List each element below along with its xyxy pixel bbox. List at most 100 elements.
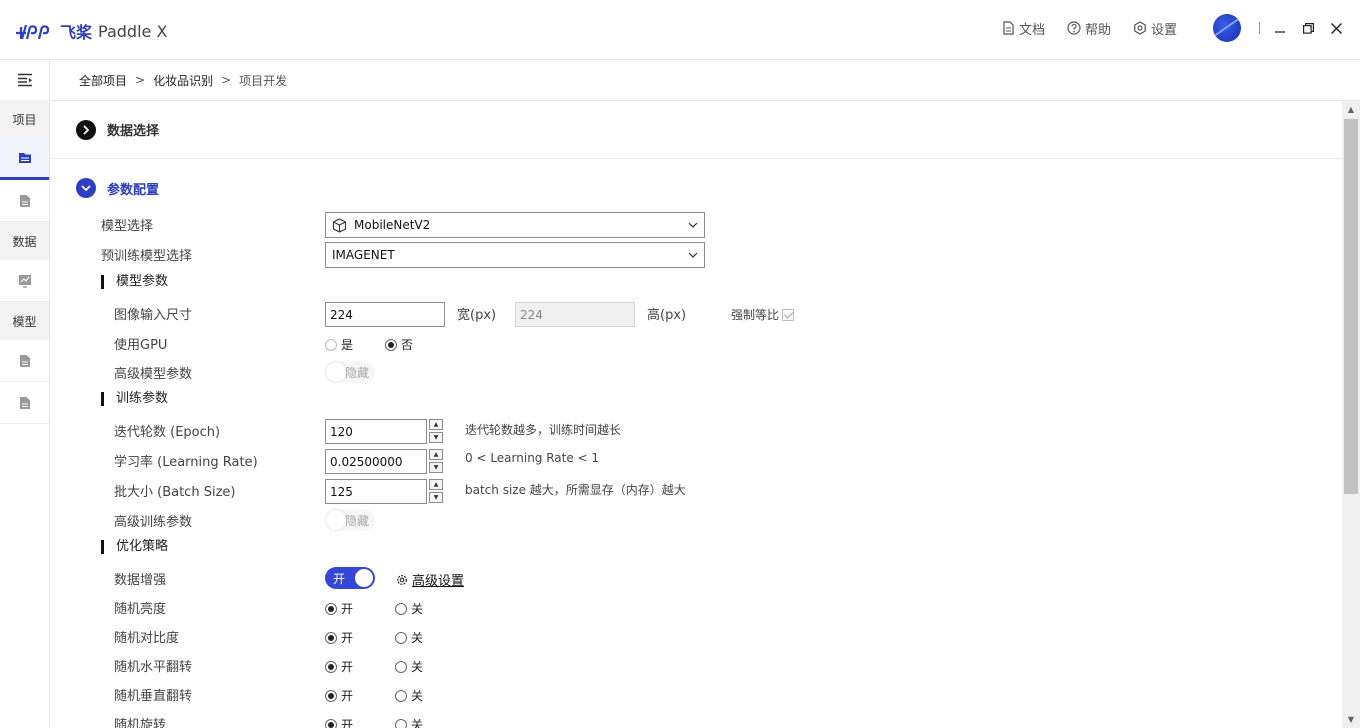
- stepper-down-icon[interactable]: ▼: [429, 492, 443, 503]
- row-model-params-head: 模型参数: [51, 271, 1342, 299]
- rail-item-project-dev[interactable]: [0, 138, 49, 180]
- rail-item-model-2[interactable]: [0, 382, 49, 424]
- chevron-down-icon: [688, 252, 698, 258]
- radio-icon: [395, 660, 407, 673]
- stepper-up-icon[interactable]: ▲: [429, 479, 443, 490]
- lr-input[interactable]: 0.02500000: [325, 449, 427, 474]
- row-aug-item: 随机对比度 开 关: [51, 623, 1342, 651]
- radio-off-label: 关: [411, 631, 424, 645]
- aug-on-radio[interactable]: 开: [325, 600, 353, 617]
- width-unit: 宽(px): [457, 308, 497, 323]
- restore-icon: [1302, 22, 1314, 34]
- stepper-down-icon[interactable]: ▼: [429, 462, 443, 473]
- gpu-no-label: 否: [401, 338, 414, 352]
- radio-selected-icon: [325, 718, 337, 728]
- radio-on-label: 开: [341, 718, 354, 728]
- lr-label: 学习率 (Learning Rate): [114, 455, 258, 470]
- file-icon: [19, 354, 30, 367]
- file-icon: [19, 194, 30, 207]
- toggle-knob: [326, 362, 346, 382]
- settings-link[interactable]: 设置: [1133, 19, 1177, 38]
- adv-train-toggle-label: 隐藏: [345, 513, 370, 528]
- breadcrumb-separator: >: [221, 73, 232, 87]
- help-icon: [1067, 21, 1081, 35]
- row-train-params-head: 训练参数: [51, 388, 1342, 416]
- rail-section-model: 模型: [0, 302, 49, 340]
- adv-settings-link[interactable]: 高级设置: [395, 570, 464, 589]
- close-button[interactable]: [1328, 20, 1344, 36]
- breadcrumb-item-current: 项目开发: [239, 73, 288, 88]
- scroll-down-icon[interactable]: ▼: [1342, 711, 1360, 728]
- section-data-select[interactable]: 数据选择: [51, 101, 1342, 159]
- aug-on-radio[interactable]: 开: [325, 658, 353, 675]
- adv-model-toggle[interactable]: 隐藏: [325, 361, 375, 383]
- breadcrumb: 全部项目 > 化妆品识别 > 项目开发: [51, 60, 1360, 101]
- gear-icon: [397, 574, 407, 585]
- minimize-button[interactable]: [1272, 20, 1288, 36]
- checkbox-icon: [782, 308, 795, 321]
- gpu-yes-radio[interactable]: 是: [325, 336, 353, 353]
- rail-item-data[interactable]: [0, 260, 49, 302]
- gpu-no-radio[interactable]: 否: [385, 336, 413, 353]
- aug-off-radio[interactable]: 关: [395, 716, 423, 728]
- rail-item-project-doc[interactable]: [0, 180, 49, 222]
- pretrain-select-value: IMAGENET: [332, 248, 395, 262]
- help-link[interactable]: 帮助: [1067, 19, 1111, 38]
- aug-off-radio[interactable]: 关: [395, 629, 423, 646]
- left-rail: 项目 数据 模型: [0, 60, 50, 728]
- cube-icon: [332, 217, 347, 233]
- aug-toggle[interactable]: 开: [325, 567, 375, 589]
- aug-on-radio[interactable]: 开: [325, 687, 353, 704]
- section-param-config[interactable]: 参数配置: [51, 159, 1342, 217]
- aug-off-radio[interactable]: 关: [395, 658, 423, 675]
- radio-off-label: 关: [411, 602, 424, 616]
- stepper-up-icon[interactable]: ▲: [429, 449, 443, 460]
- model-select-value: MobileNetV2: [354, 218, 431, 232]
- main-content: 数据选择 参数配置 模型选择 MobileNetV2 预训练模型选择 IMAGE…: [51, 101, 1342, 728]
- batch-input[interactable]: 125: [325, 479, 427, 504]
- epoch-input[interactable]: 120: [325, 419, 427, 444]
- row-aug-item: 随机垂直翻转 开 关: [51, 681, 1342, 709]
- pretrain-select[interactable]: IMAGENET: [325, 242, 705, 268]
- rail-item-model-1[interactable]: [0, 340, 49, 382]
- breadcrumb-item-all-projects[interactable]: 全部项目: [79, 72, 127, 89]
- epoch-label: 迭代轮数 (Epoch): [114, 425, 221, 440]
- breadcrumb-item-project[interactable]: 化妆品识别: [153, 72, 213, 89]
- width-input[interactable]: 224: [325, 302, 445, 327]
- chart-icon: [18, 274, 31, 288]
- aug-off-radio[interactable]: 关: [395, 687, 423, 704]
- aug-toggle-label: 开: [333, 571, 346, 586]
- vertical-scrollbar[interactable]: ▲ ▼: [1342, 101, 1360, 728]
- model-select[interactable]: MobileNetV2: [325, 212, 705, 238]
- aug-on-radio[interactable]: 开: [325, 716, 353, 728]
- row-aug-item: 随机旋转 开 关: [51, 710, 1342, 728]
- stepper-up-icon[interactable]: ▲: [429, 419, 443, 430]
- chevron-down-icon: [76, 178, 96, 198]
- gpu-label: 使用GPU: [114, 338, 168, 353]
- row-data-aug: 数据增强 开 高级设置: [51, 565, 1342, 593]
- scroll-up-icon[interactable]: ▲: [1342, 101, 1360, 118]
- row-optim-head: 优化策略: [51, 536, 1342, 564]
- section-title: 参数配置: [107, 182, 160, 198]
- gear-icon: [1134, 21, 1146, 35]
- batch-hint: batch size 越大，所需显存（内存）越大: [465, 483, 686, 497]
- epoch-stepper[interactable]: ▲ ▼: [429, 419, 443, 443]
- scroll-thumb[interactable]: [1344, 119, 1358, 494]
- adv-train-toggle[interactable]: 隐藏: [325, 509, 375, 531]
- menu-toggle-button[interactable]: [0, 60, 49, 100]
- row-epoch: 迭代轮数 (Epoch) 120 ▲ ▼ 迭代轮数越多，训练时间越长: [51, 417, 1342, 445]
- docs-link[interactable]: 文档: [1002, 19, 1045, 38]
- aug-off-radio[interactable]: 关: [395, 600, 423, 617]
- stepper-down-icon[interactable]: ▼: [429, 432, 443, 443]
- radio-on-label: 开: [341, 631, 354, 645]
- keep-ratio-checkbox: 强制等比: [731, 306, 795, 323]
- user-avatar[interactable]: [1213, 14, 1241, 42]
- restore-button[interactable]: [1300, 20, 1316, 36]
- lr-stepper[interactable]: ▲ ▼: [429, 449, 443, 473]
- batch-stepper[interactable]: ▲ ▼: [429, 479, 443, 503]
- adv-model-toggle-label: 隐藏: [345, 365, 370, 380]
- aug-on-radio[interactable]: 开: [325, 629, 353, 646]
- radio-selected-icon: [385, 338, 397, 351]
- aug-item-label: 随机垂直翻转: [114, 689, 193, 704]
- batch-label: 批大小 (Batch Size): [114, 485, 236, 500]
